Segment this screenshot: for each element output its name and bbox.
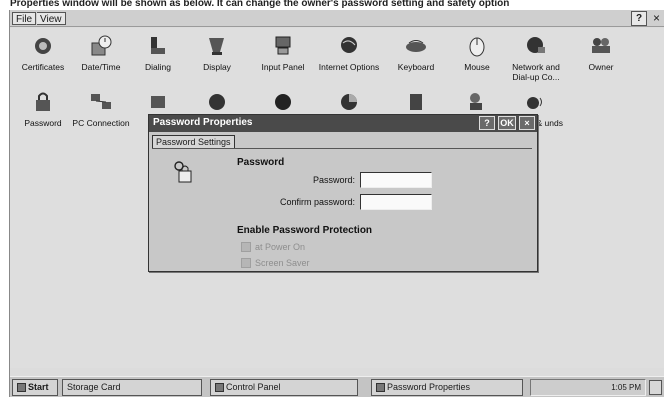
- control-panel-task-icon: [215, 383, 224, 393]
- dialog-ok-button[interactable]: OK: [498, 116, 516, 130]
- cp-item-owner[interactable]: Owner: [570, 34, 632, 72]
- confirm-password-label: Confirm password:: [279, 197, 355, 207]
- dialog-title: Password Properties: [153, 117, 253, 128]
- cp-item-unknown-5[interactable]: [252, 90, 314, 114]
- generic-icon: [151, 96, 165, 108]
- password-field[interactable]: [360, 172, 432, 188]
- cp-item-unknown-7[interactable]: [385, 90, 447, 114]
- cp-item-password[interactable]: Password: [12, 90, 74, 128]
- cp-item-unknown-3[interactable]: [127, 90, 189, 114]
- dialing-icon: [151, 37, 165, 54]
- start-button[interactable]: Start: [12, 379, 58, 396]
- cp-item-date-time[interactable]: Date/Time: [70, 34, 132, 72]
- taskbar-password-properties[interactable]: Password Properties: [371, 379, 523, 396]
- taskbar-storage-card[interactable]: Storage Card: [62, 379, 202, 396]
- password-properties-dialog: Password Properties ? OK × Password Sett…: [148, 114, 538, 272]
- pc-connection-icon: [91, 94, 111, 109]
- password-lock-icon: [174, 161, 192, 183]
- screen-saver-checkbox[interactable]: [241, 258, 251, 268]
- volume-sounds-icon: [527, 97, 542, 109]
- password-task-icon: [376, 383, 385, 393]
- power-on-label: at Power On: [255, 242, 306, 252]
- cp-item-unknown-8[interactable]: [446, 90, 508, 114]
- globe-icon: [209, 94, 225, 110]
- desktop-toggle-button[interactable]: [649, 380, 662, 395]
- taskbar-control-panel[interactable]: Control Panel: [210, 379, 358, 396]
- dialog-help-button[interactable]: ?: [479, 116, 495, 130]
- cp-item-pc-connection[interactable]: PC Connection: [70, 90, 132, 128]
- desktop-screen: File View ? × Certificates Date/Time Dia…: [9, 10, 664, 397]
- cp-item-mouse[interactable]: Mouse: [446, 34, 508, 72]
- network-icon: [527, 37, 545, 53]
- cp-item-display[interactable]: Display: [186, 34, 248, 72]
- cp-item-certificates[interactable]: Certificates: [12, 34, 74, 72]
- menu-view[interactable]: View: [37, 12, 66, 25]
- pie-icon: [341, 94, 357, 110]
- password-icon: [36, 92, 50, 111]
- start-icon: [17, 383, 26, 393]
- dialog-titlebar: Password Properties ? OK ×: [149, 115, 537, 132]
- tray-clock: 1:05 PM: [611, 383, 641, 392]
- generic-icon: [410, 94, 422, 110]
- keyboard-icon: [406, 40, 426, 52]
- power-on-checkbox[interactable]: [241, 242, 251, 252]
- date-time-icon: [91, 35, 112, 56]
- menu-file[interactable]: File: [12, 12, 37, 25]
- password-section-heading: Password: [237, 157, 285, 168]
- system-tray: 1:05 PM: [530, 379, 646, 396]
- dialog-close-button[interactable]: ×: [519, 116, 535, 130]
- people-icon: [470, 93, 482, 110]
- screen-saver-label: Screen Saver: [255, 258, 310, 268]
- input-panel-icon: [275, 36, 291, 55]
- help-button[interactable]: ?: [631, 11, 647, 26]
- confirm-password-field[interactable]: [360, 194, 432, 210]
- display-icon: [209, 38, 224, 55]
- mouse-icon: [469, 37, 485, 57]
- owner-icon: [592, 38, 610, 53]
- tab-password-settings[interactable]: Password Settings: [152, 135, 235, 149]
- password-label: Password:: [312, 175, 355, 185]
- cp-item-dialing[interactable]: Dialing: [127, 34, 189, 72]
- menu-bar: File View ? ×: [10, 10, 664, 27]
- cp-item-unknown-6[interactable]: [318, 90, 380, 114]
- generic-icon: [275, 94, 291, 110]
- cp-item-network[interactable]: Network and Dial-up Co...: [505, 34, 567, 82]
- cp-item-unknown-4[interactable]: [186, 90, 248, 114]
- cp-item-internet-options[interactable]: Internet Options: [318, 34, 380, 72]
- cp-item-input-panel[interactable]: Input Panel: [252, 34, 314, 72]
- close-button[interactable]: ×: [649, 11, 664, 26]
- internet-options-icon: [341, 37, 357, 53]
- protection-section-heading: Enable Password Protection: [237, 225, 373, 236]
- cp-item-keyboard[interactable]: Keyboard: [385, 34, 447, 72]
- certificates-icon: [35, 38, 51, 54]
- taskbar: Start Storage Card Control Panel Passwor…: [10, 376, 664, 397]
- tab-divider: [152, 148, 532, 149]
